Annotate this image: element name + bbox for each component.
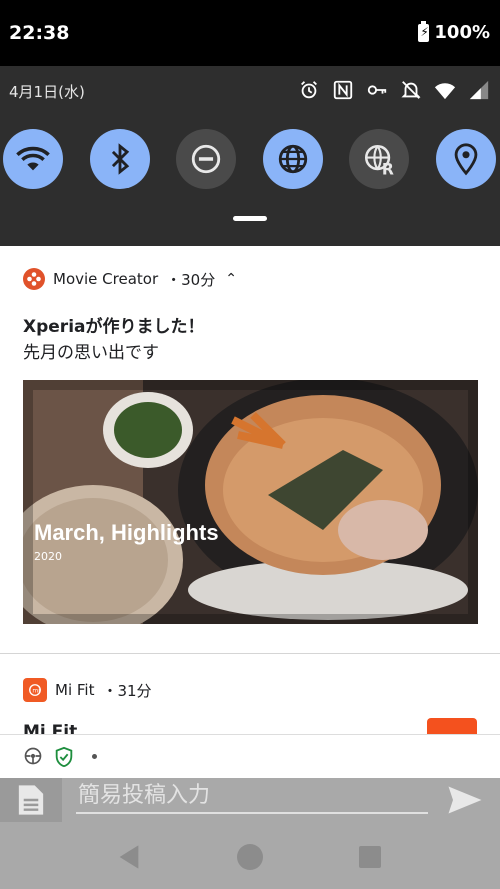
app-name: Mi Fit	[55, 681, 95, 699]
roaming-icon: R	[364, 144, 394, 176]
status-bar: 22:38 ⚡ 100%	[0, 0, 500, 66]
notification-title: Xperiaが作りました！	[23, 317, 205, 337]
movie-creator-icon	[23, 268, 45, 290]
send-button[interactable]	[440, 778, 490, 822]
drag-handle[interactable]	[233, 216, 267, 221]
globe-tile[interactable]	[263, 129, 323, 189]
bluetooth-tile[interactable]	[90, 129, 150, 189]
movie-creator-notification[interactable]: Movie Creator ・30分 ⌃ Xperiaが作りました！ 先月の思い…	[0, 246, 500, 653]
quick-post-bar	[0, 778, 500, 822]
document-button[interactable]	[0, 778, 62, 822]
steering-wheel-icon	[24, 747, 42, 765]
do-not-disturb-icon	[191, 144, 221, 174]
document-icon	[18, 785, 44, 815]
alarm-icon	[301, 81, 317, 99]
mi-fit-thumbnail	[427, 718, 477, 734]
battery-charging-icon: ⚡	[418, 20, 430, 42]
wifi-icon	[434, 83, 456, 100]
vpn-key-icon	[367, 85, 387, 95]
battery-indicator: ⚡ 100%	[418, 20, 490, 43]
send-icon	[448, 786, 482, 814]
highlight-thumbnail[interactable]: March, Highlights 2020	[23, 380, 478, 624]
navigation-bar	[0, 822, 500, 889]
wifi-tile[interactable]	[3, 129, 63, 189]
ramen-photo	[23, 380, 478, 624]
highlight-title: March, Highlights	[34, 520, 219, 545]
back-icon[interactable]	[115, 843, 143, 871]
status-icons	[298, 79, 490, 101]
svg-text:mi: mi	[32, 687, 40, 694]
notification-summary-bar[interactable]	[0, 734, 500, 779]
notifications-off-icon	[401, 81, 421, 99]
location-icon	[454, 143, 478, 176]
signal-icon	[469, 80, 489, 100]
location-tile[interactable]	[436, 129, 496, 189]
globe-icon	[278, 144, 308, 174]
status-time: 22:38	[9, 22, 70, 44]
notification-header: Movie Creator ・30分 ⌃	[23, 268, 237, 290]
date-label: 4月1日(水)	[9, 83, 85, 101]
app-name: Movie Creator	[53, 270, 159, 288]
mi-fit-notification[interactable]: mi Mi Fit ・31分 Mi Fit	[0, 654, 500, 734]
roaming-tile[interactable]: R	[349, 129, 409, 189]
bluetooth-icon	[111, 143, 130, 175]
quick-settings-panel: 4月1日(水) R	[0, 66, 500, 246]
battery-percent: 100%	[434, 22, 490, 43]
notification-body: 先月の思い出です	[23, 343, 159, 363]
wifi-icon	[16, 146, 50, 171]
shield-check-icon	[55, 746, 73, 768]
quick-post-input[interactable]	[76, 778, 428, 814]
home-button[interactable]	[237, 844, 263, 870]
highlight-year: 2020	[34, 550, 62, 563]
svg-text:R: R	[382, 161, 394, 176]
notification-time: ・31分	[102, 681, 152, 700]
notification-title: Mi Fit	[23, 722, 78, 734]
more-notifications-dot	[92, 754, 97, 759]
notification-time: ・30分	[166, 270, 216, 289]
recents-button[interactable]	[359, 846, 381, 868]
notification-header: mi Mi Fit ・31分	[23, 678, 152, 702]
collapse-chevron-icon[interactable]: ⌃	[225, 271, 237, 287]
do-not-disturb-tile[interactable]	[176, 129, 236, 189]
nfc-icon	[333, 80, 353, 100]
mi-fit-icon: mi	[23, 678, 47, 702]
